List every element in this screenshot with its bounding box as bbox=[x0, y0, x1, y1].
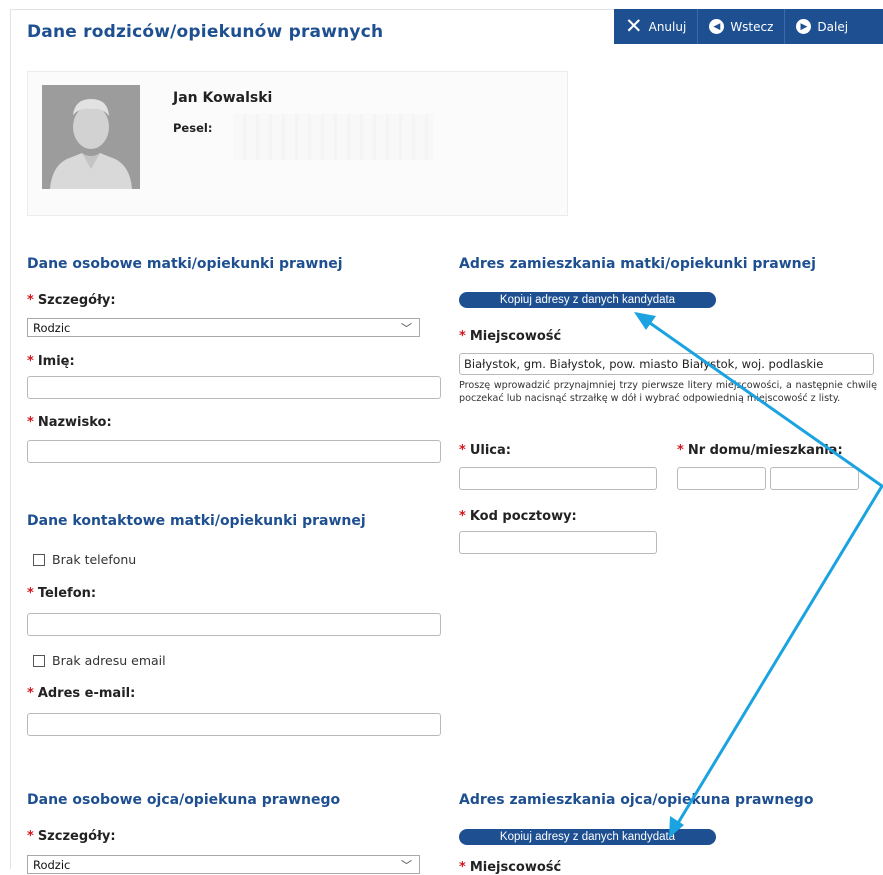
street-input[interactable] bbox=[459, 467, 657, 490]
next-label: Dalej bbox=[817, 19, 849, 34]
father-details-value: Rodzic bbox=[33, 858, 71, 872]
action-toolbar: ✕ Anuluj ◀ Wstecz ▶ Dalej bbox=[614, 9, 883, 44]
mother-city-label: * Miejscowość bbox=[459, 329, 561, 344]
arrow-right-icon: ▶ bbox=[796, 19, 812, 34]
mother-personal-title: Dane osobowe matki/opiekunki prawnej bbox=[27, 256, 343, 272]
user-silhouette-icon bbox=[42, 85, 140, 189]
street-label: * Ulica: bbox=[459, 443, 511, 458]
required-marker: * bbox=[459, 443, 466, 458]
required-marker: * bbox=[677, 443, 684, 458]
mother-last-name-label: * Nazwisko: bbox=[27, 415, 112, 430]
back-label: Wstecz bbox=[730, 19, 774, 34]
copy-address-button-mother[interactable]: Kopiuj adresy z danych kandydata bbox=[459, 292, 716, 308]
required-marker: * bbox=[459, 329, 466, 344]
pesel-label: Pesel: bbox=[173, 121, 213, 135]
no-email-checkbox[interactable] bbox=[33, 654, 45, 667]
house-number-label-text: Nr domu/mieszkania: bbox=[687, 443, 843, 458]
required-marker: * bbox=[27, 586, 34, 601]
phone-label-text: Telefon: bbox=[37, 586, 97, 601]
page-title: Dane rodziców/opiekunów prawnych bbox=[27, 22, 384, 42]
no-phone-label: Brak telefonu bbox=[52, 552, 137, 567]
chevron-down-icon: ﹀ bbox=[401, 322, 412, 335]
no-phone-checkbox[interactable] bbox=[33, 553, 45, 566]
required-marker: * bbox=[27, 686, 34, 701]
mother-first-name-input[interactable] bbox=[27, 376, 441, 399]
apartment-number-input[interactable] bbox=[770, 467, 859, 490]
street-label-text: Ulica: bbox=[469, 443, 511, 458]
cancel-button[interactable]: ✕ Anuluj bbox=[614, 9, 699, 44]
mother-details-select[interactable]: Rodzic ﹀ bbox=[27, 318, 420, 337]
required-marker: * bbox=[27, 293, 34, 308]
phone-label: * Telefon: bbox=[27, 586, 96, 601]
pesel-redacted bbox=[233, 114, 433, 160]
required-marker: * bbox=[27, 354, 34, 369]
candidate-name: Jan Kowalski bbox=[173, 90, 273, 106]
postal-code-label: * Kod pocztowy: bbox=[459, 509, 577, 524]
mother-first-name-label: * Imię: bbox=[27, 354, 75, 369]
email-input[interactable] bbox=[27, 713, 441, 736]
mother-last-name-label-text: Nazwisko: bbox=[37, 415, 112, 430]
father-personal-title: Dane osobowe ojca/opiekuna prawnego bbox=[27, 792, 341, 808]
postal-code-label-text: Kod pocztowy: bbox=[469, 509, 577, 524]
email-label-text: Adres e-mail: bbox=[37, 686, 136, 701]
no-phone-checkbox-row[interactable]: Brak telefonu bbox=[33, 552, 136, 567]
mother-details-value: Rodzic bbox=[33, 321, 71, 335]
copy-address-button-father[interactable]: Kopiuj adresy z danych kandydata bbox=[459, 829, 716, 845]
candidate-profile-card: Jan Kowalski Pesel: bbox=[27, 71, 568, 216]
father-details-label: * Szczegóły: bbox=[27, 829, 116, 844]
mother-contact-title: Dane kontaktowe matki/opiekunki prawnej bbox=[27, 513, 366, 529]
mother-city-label-text: Miejscowość bbox=[469, 329, 562, 344]
city-hint: Proszę wprowadzić przynajmniej trzy pier… bbox=[459, 380, 877, 404]
next-button[interactable]: ▶ Dalej bbox=[785, 9, 859, 44]
mother-address-title: Adres zamieszkania matki/opiekunki prawn… bbox=[459, 256, 816, 272]
no-email-checkbox-row[interactable]: Brak adresu email bbox=[33, 653, 166, 668]
no-email-label: Brak adresu email bbox=[52, 653, 166, 668]
cancel-label: Anuluj bbox=[648, 19, 687, 34]
house-number-input[interactable] bbox=[677, 467, 766, 490]
arrow-left-icon: ◀ bbox=[709, 19, 725, 34]
mother-first-name-label-text: Imię: bbox=[37, 354, 75, 369]
back-button[interactable]: ◀ Wstecz bbox=[698, 9, 786, 44]
required-marker: * bbox=[27, 415, 34, 430]
father-address-title: Adres zamieszkania ojca/opiekuna prawneg… bbox=[459, 792, 814, 808]
required-marker: * bbox=[459, 509, 466, 524]
mother-city-input[interactable]: Białystok, gm. Białystok, pow. miasto Bi… bbox=[459, 353, 874, 375]
house-number-label: * Nr domu/mieszkania: bbox=[677, 443, 843, 458]
avatar bbox=[42, 85, 140, 189]
father-details-select[interactable]: Rodzic ﹀ bbox=[27, 855, 420, 874]
postal-code-input[interactable] bbox=[459, 531, 657, 554]
mother-details-label-text: Szczegóły: bbox=[37, 293, 116, 308]
mother-last-name-input[interactable] bbox=[27, 440, 441, 463]
email-label: * Adres e-mail: bbox=[27, 686, 135, 701]
close-icon: ✕ bbox=[625, 14, 643, 38]
required-marker: * bbox=[27, 829, 34, 844]
phone-input[interactable] bbox=[27, 613, 441, 636]
father-details-label-text: Szczegóły: bbox=[37, 829, 116, 844]
mother-details-label: * Szczegóły: bbox=[27, 293, 116, 308]
chevron-down-icon: ﹀ bbox=[401, 859, 412, 872]
